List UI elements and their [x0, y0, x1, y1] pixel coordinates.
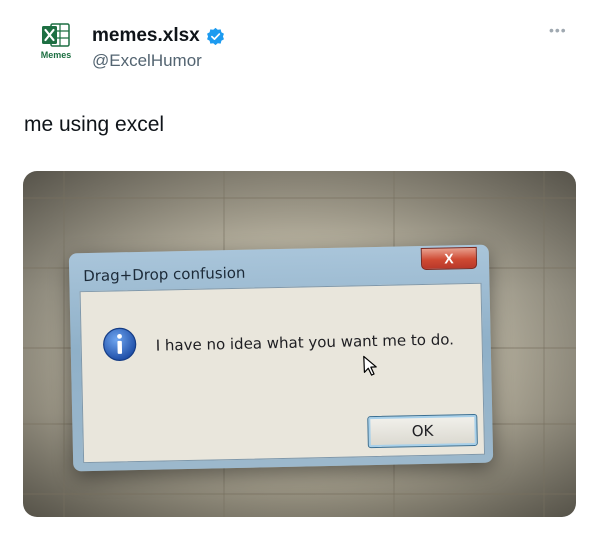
dialog-close-button: X	[420, 246, 478, 271]
dialog-message: I have no idea what you want me to do.	[155, 330, 455, 355]
avatar[interactable]: Memes	[27, 22, 85, 68]
author-name-row: memes.xlsx	[92, 25, 225, 47]
avatar-label: Memes	[40, 50, 72, 60]
photo-grid-line	[543, 171, 545, 517]
dialog-title: Drag+Drop confusion	[83, 263, 246, 286]
tweet-photo[interactable]: Drag+Drop confusion X I have no idea wha…	[23, 171, 576, 517]
error-dialog: Drag+Drop confusion X I have no idea wha…	[68, 244, 494, 472]
dialog-body: I have no idea what you want me to do. O…	[79, 282, 486, 464]
verified-badge-icon	[206, 27, 224, 45]
tweet-text: me using excel	[24, 113, 165, 136]
photo-grid-line	[63, 171, 65, 517]
excel-logo-icon	[42, 23, 70, 47]
ok-button: OK	[367, 413, 478, 449]
mouse-cursor-icon	[363, 355, 377, 376]
more-options-icon[interactable]: •••	[549, 22, 567, 38]
info-icon	[103, 327, 137, 361]
author-display-name[interactable]: memes.xlsx	[92, 25, 200, 47]
photo-grid-line	[23, 493, 576, 495]
author-handle[interactable]: @ExcelHumor	[92, 51, 202, 71]
tweet: Memes memes.xlsx @ExcelHumor ••• me usin…	[0, 0, 599, 550]
photo-grid-line	[23, 197, 576, 199]
